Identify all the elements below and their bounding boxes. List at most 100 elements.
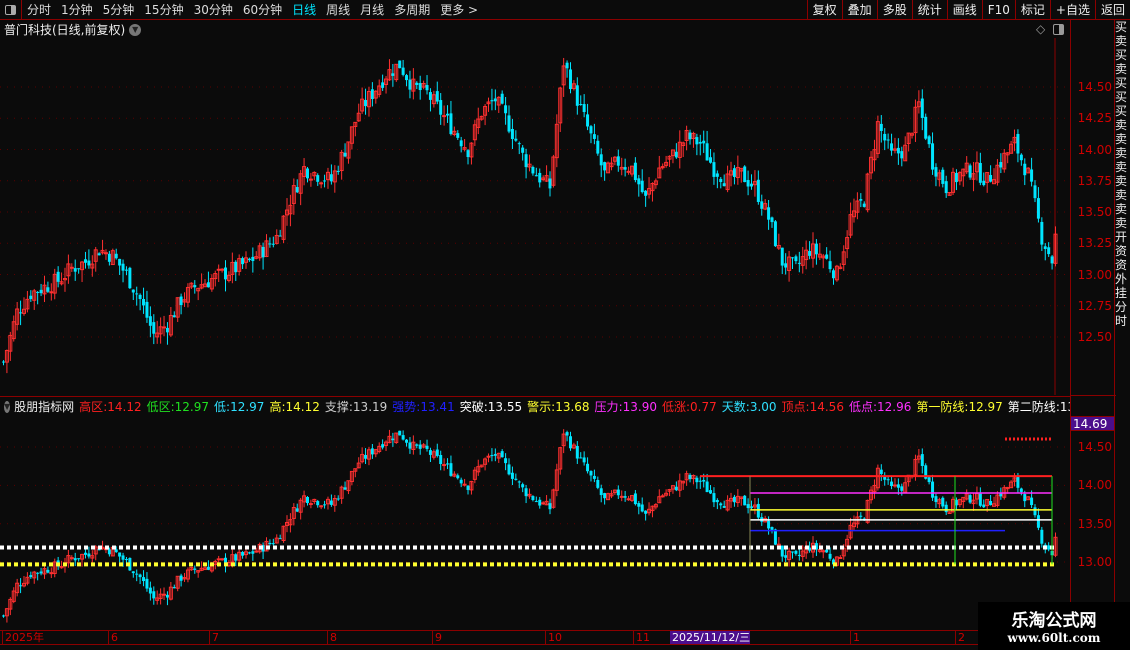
lower-candle-body	[1016, 475, 1020, 488]
indicator-label: 高区	[79, 400, 104, 414]
indicator-label: 支撑	[324, 400, 349, 414]
lower-candle-body	[442, 464, 447, 467]
side-tab-char[interactable]: 资	[1115, 244, 1130, 258]
upper-candle-body	[128, 267, 132, 289]
side-tab-char[interactable]: 买	[1115, 104, 1130, 118]
lower-candle-body	[784, 555, 788, 558]
date-label: 9	[432, 631, 442, 644]
upper-candle-body	[746, 180, 750, 187]
upper-candle-body	[251, 256, 255, 262]
upper-axis-tick: 13.00	[1077, 267, 1112, 282]
upper-candle-body	[36, 291, 40, 293]
upper-candle-body	[336, 170, 340, 173]
lower-candle-body	[507, 464, 511, 475]
lower-candle-body	[49, 572, 54, 575]
upper-candle-body	[582, 104, 586, 113]
upper-candle-body	[592, 134, 596, 139]
price-chart[interactable]	[0, 0, 1070, 630]
lower-candle-body	[589, 471, 593, 476]
lower-candle-body	[892, 484, 897, 487]
lower-candle-body	[251, 551, 255, 554]
side-tab-char[interactable]: 挂	[1115, 286, 1130, 300]
lower-candle-body	[640, 504, 644, 512]
side-tab-char[interactable]: 卖	[1115, 188, 1130, 202]
side-tab-char[interactable]: 卖	[1115, 118, 1130, 132]
lower-candle-body	[756, 503, 760, 518]
lower-candle-body	[323, 504, 327, 506]
chevron-down-icon[interactable]: ▼	[4, 400, 11, 413]
lower-candle-body	[989, 501, 993, 506]
side-tab-char[interactable]: 买	[1115, 90, 1130, 104]
upper-candle-body	[859, 199, 863, 201]
date-label: 7	[209, 631, 219, 644]
side-tab-char[interactable]: 买	[1115, 20, 1130, 34]
lower-candle-body	[688, 474, 692, 480]
upper-candle-body	[1043, 246, 1047, 249]
side-tab-char[interactable]: 开	[1115, 230, 1130, 244]
side-tab-char[interactable]: 分	[1115, 300, 1130, 314]
lower-candle-body	[797, 554, 801, 556]
upper-candle-body	[56, 271, 60, 282]
lower-candle-body	[1040, 529, 1044, 544]
date-label: 8	[327, 631, 337, 644]
upper-candle-body	[1019, 154, 1023, 161]
indicator-value: 低点:12.96	[848, 400, 912, 414]
indicator-value: 低:12.97	[214, 400, 265, 414]
side-tab-char[interactable]: 时	[1115, 314, 1130, 328]
date-label: 11	[633, 631, 650, 644]
upper-candle-body	[97, 253, 101, 256]
side-tab-char[interactable]: 卖	[1115, 202, 1130, 216]
upper-candle-body	[828, 261, 832, 270]
toolbar-button-8[interactable]: 返回	[1094, 0, 1130, 20]
side-tab-char[interactable]: 资	[1115, 258, 1130, 272]
side-tab-char[interactable]: 外	[1115, 272, 1130, 286]
upper-candle-body	[883, 133, 887, 141]
side-tab-char[interactable]: 卖	[1115, 146, 1130, 160]
lower-candle-body	[305, 497, 309, 504]
side-tab-char[interactable]: 卖	[1115, 132, 1130, 146]
lower-candle-body	[514, 478, 518, 480]
lower-candle-body	[705, 481, 709, 493]
side-tab-char[interactable]: 卖	[1115, 216, 1130, 230]
lower-candle-body	[316, 501, 320, 506]
side-tab-char[interactable]: 卖	[1115, 160, 1130, 174]
upper-candle-body	[1047, 247, 1051, 255]
side-tab-char[interactable]: 卖	[1115, 174, 1130, 188]
upper-candle-body	[220, 268, 225, 271]
indicator-value: 顶点:14.56	[781, 400, 844, 414]
lower-candle-body	[982, 504, 986, 508]
lower-candle-body	[124, 559, 128, 561]
lower-candle-body	[107, 549, 111, 555]
upper-candle-body	[698, 141, 702, 144]
side-tab-char[interactable]: 卖	[1115, 62, 1130, 76]
lower-candle-body	[381, 444, 385, 448]
lower-candle-body	[466, 485, 470, 490]
lower-candle-body	[934, 496, 938, 502]
side-tab-char[interactable]: 买	[1115, 76, 1130, 90]
upper-candle-body	[247, 258, 251, 261]
side-tab-char[interactable]: 卖	[1115, 34, 1130, 48]
lower-candle-body	[732, 496, 736, 503]
upper-candle-body	[773, 221, 777, 247]
lower-candle-body	[83, 552, 87, 555]
upper-candle-body	[705, 143, 709, 161]
upper-candle-body	[599, 154, 603, 166]
upper-candle-body	[49, 291, 54, 294]
right-side-tabs[interactable]: 买卖买卖买买买卖卖卖卖卖卖卖卖开资资外挂分时	[1115, 20, 1130, 630]
upper-candle-body	[428, 92, 432, 100]
lower-candle-body	[941, 497, 945, 507]
indicator-label: 天数	[721, 400, 746, 414]
lower-candle-body	[931, 481, 935, 498]
upper-candle-body	[439, 100, 443, 115]
indicator-value: 警示:13.68	[527, 400, 590, 414]
side-tab-char[interactable]: 买	[1115, 48, 1130, 62]
upper-candle-body	[784, 263, 788, 268]
watermark: 乐淘公式网 www.60lt.com	[978, 602, 1130, 650]
upper-candle-body	[268, 243, 272, 245]
indicator-number: 3.00	[749, 400, 777, 414]
date-label: 6	[108, 631, 118, 644]
upper-candle-body	[814, 243, 818, 255]
lower-candle-body	[206, 566, 210, 570]
indicator-number: 14.56	[809, 400, 844, 414]
upper-candle-body	[83, 259, 87, 263]
